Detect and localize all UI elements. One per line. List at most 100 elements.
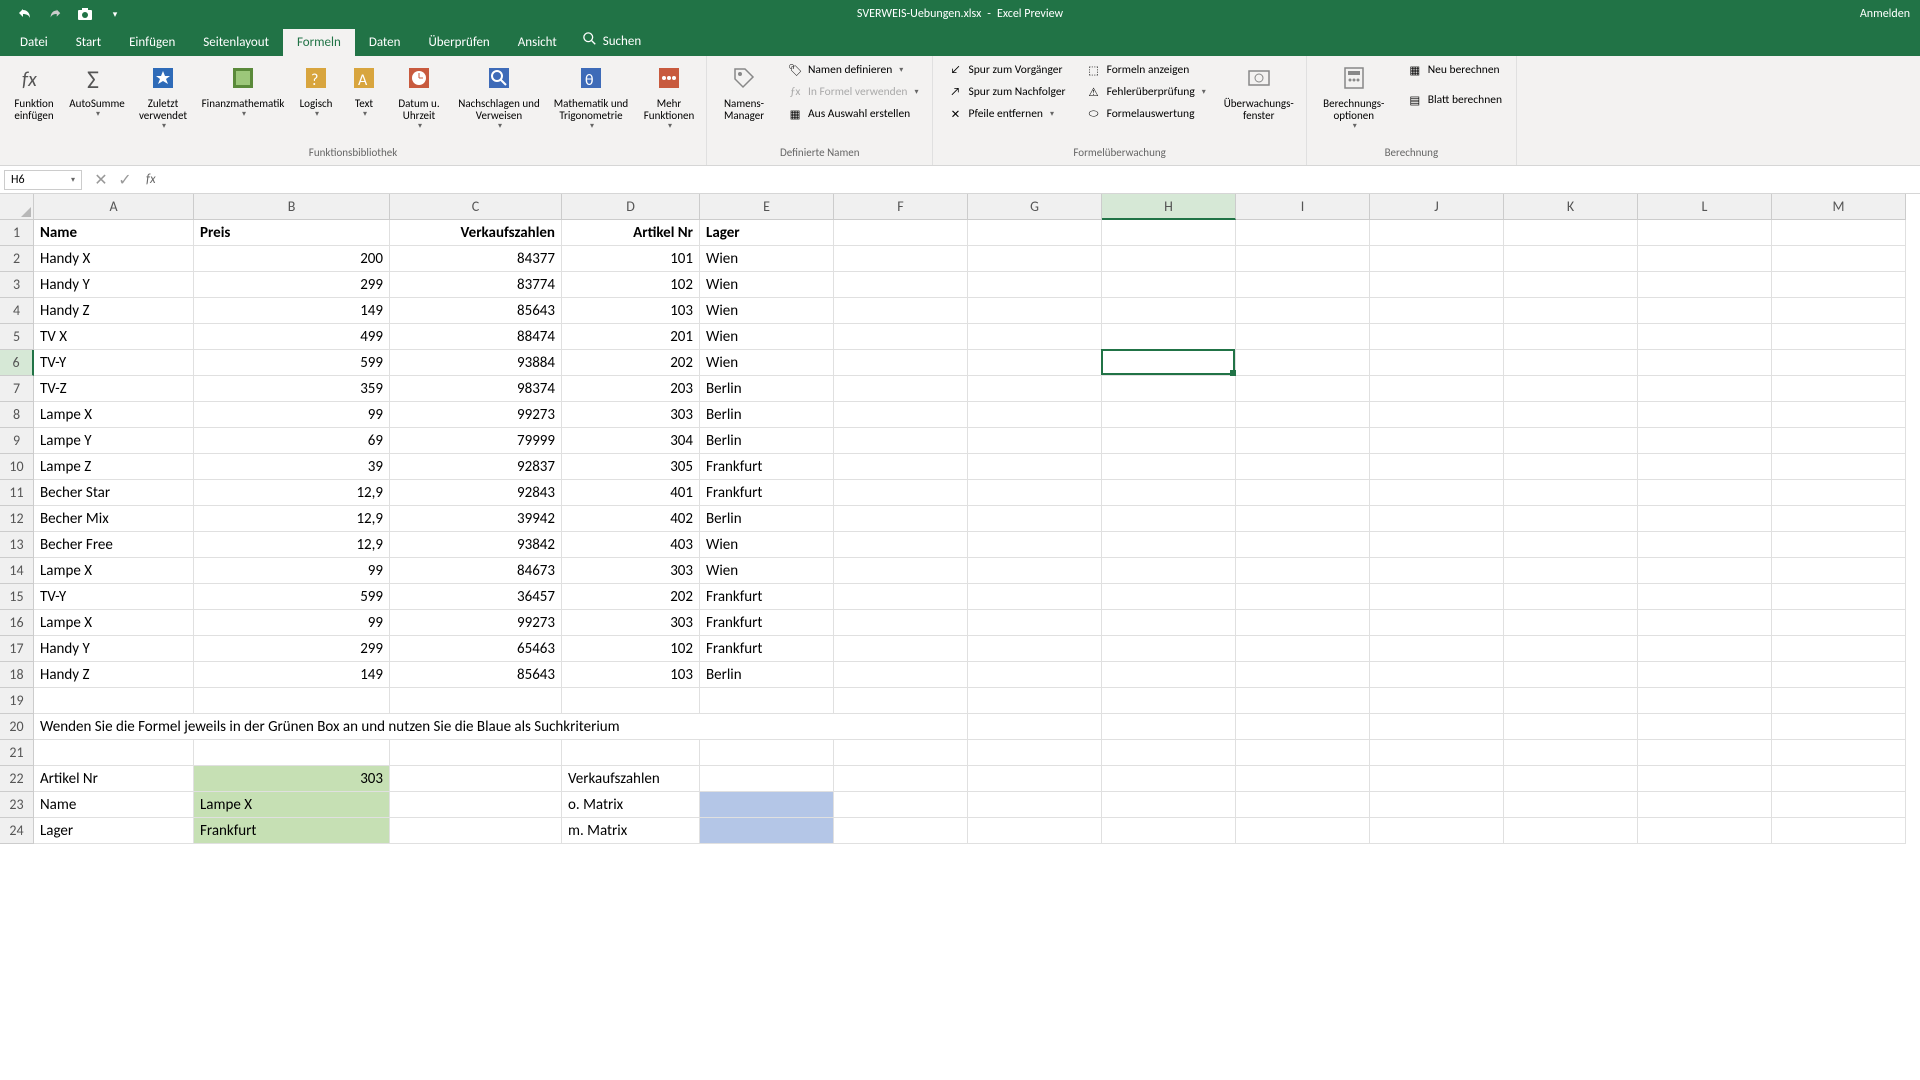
cell[interactable]: TV-Y	[34, 584, 194, 610]
col-header-J[interactable]: J	[1370, 194, 1504, 220]
row-header-22[interactable]: 22	[0, 766, 34, 792]
cell[interactable]: Becher Mix	[34, 506, 194, 532]
cell[interactable]	[1504, 662, 1638, 688]
cell[interactable]	[1236, 506, 1370, 532]
cell[interactable]: Frankfurt	[700, 610, 834, 636]
cell[interactable]	[834, 428, 968, 454]
cell[interactable]	[1638, 688, 1772, 714]
tab-data[interactable]: Daten	[355, 29, 415, 56]
cell[interactable]: 98374	[390, 376, 562, 402]
create-from-sel-button[interactable]: ▦Aus Auswahl erstellen	[783, 104, 922, 124]
cell[interactable]	[1638, 454, 1772, 480]
row-header-21[interactable]: 21	[0, 740, 34, 766]
cell[interactable]	[968, 792, 1102, 818]
cell[interactable]	[968, 818, 1102, 844]
cell[interactable]	[834, 532, 968, 558]
tab-review[interactable]: Überprüfen	[414, 29, 503, 56]
cell[interactable]	[1504, 454, 1638, 480]
cell[interactable]: 12,9	[194, 480, 390, 506]
cell[interactable]	[700, 740, 834, 766]
cell[interactable]	[1638, 662, 1772, 688]
cell[interactable]: 599	[194, 350, 390, 376]
cell[interactable]	[1772, 480, 1906, 506]
cell[interactable]: Wien	[700, 532, 834, 558]
cell[interactable]	[34, 740, 194, 766]
cell[interactable]: 39942	[390, 506, 562, 532]
cell[interactable]: TV-Z	[34, 376, 194, 402]
cell[interactable]	[1638, 714, 1772, 740]
cell[interactable]	[834, 350, 968, 376]
cell[interactable]	[1772, 376, 1906, 402]
tab-home[interactable]: Start	[62, 29, 115, 56]
col-header-M[interactable]: M	[1772, 194, 1906, 220]
cell[interactable]	[1236, 220, 1370, 246]
cell[interactable]: 99273	[390, 402, 562, 428]
col-header-E[interactable]: E	[700, 194, 834, 220]
cell[interactable]	[1772, 792, 1906, 818]
cell[interactable]	[1102, 480, 1236, 506]
cell[interactable]	[1638, 220, 1772, 246]
cell[interactable]	[834, 376, 968, 402]
cell[interactable]: 303	[194, 766, 390, 792]
col-header-I[interactable]: I	[1236, 194, 1370, 220]
cell[interactable]	[390, 766, 562, 792]
row-header-15[interactable]: 15	[0, 584, 34, 610]
cell[interactable]	[390, 740, 562, 766]
cell[interactable]	[1102, 766, 1236, 792]
cell[interactable]	[1772, 272, 1906, 298]
cell[interactable]	[1504, 324, 1638, 350]
cell[interactable]	[1370, 532, 1504, 558]
cell[interactable]: Handy Y	[34, 636, 194, 662]
show-formulas-button[interactable]: ⬚Formeln anzeigen	[1082, 60, 1210, 80]
cell[interactable]: 65463	[390, 636, 562, 662]
recent-button[interactable]: Zuletzt verwendet▾	[132, 58, 194, 135]
cell[interactable]	[1638, 610, 1772, 636]
cell[interactable]	[1370, 220, 1504, 246]
cell[interactable]	[1772, 714, 1906, 740]
cell[interactable]: 84377	[390, 246, 562, 272]
cell[interactable]	[1772, 350, 1906, 376]
cell[interactable]	[834, 558, 968, 584]
cell[interactable]	[968, 506, 1102, 532]
cell[interactable]	[1102, 220, 1236, 246]
cell[interactable]	[1370, 714, 1504, 740]
cell[interactable]: 103	[562, 662, 700, 688]
cell[interactable]: TV X	[34, 324, 194, 350]
cell[interactable]	[968, 532, 1102, 558]
cell[interactable]	[1236, 584, 1370, 610]
cell[interactable]	[968, 766, 1102, 792]
cell[interactable]: Handy Y	[34, 272, 194, 298]
cell[interactable]	[968, 428, 1102, 454]
cell[interactable]	[1102, 714, 1236, 740]
cell[interactable]	[1638, 272, 1772, 298]
cell[interactable]	[1772, 532, 1906, 558]
cell[interactable]	[1102, 324, 1236, 350]
cell[interactable]	[700, 766, 834, 792]
cell[interactable]	[1638, 740, 1772, 766]
cell[interactable]	[1638, 636, 1772, 662]
cell[interactable]: Handy X	[34, 246, 194, 272]
cell[interactable]: 99	[194, 402, 390, 428]
cell[interactable]	[1102, 610, 1236, 636]
cell[interactable]: 99	[194, 610, 390, 636]
cell[interactable]	[562, 740, 700, 766]
cell[interactable]	[968, 298, 1102, 324]
cell[interactable]	[1772, 428, 1906, 454]
cell[interactable]: 101	[562, 246, 700, 272]
cell[interactable]	[1102, 376, 1236, 402]
cell[interactable]	[1102, 428, 1236, 454]
cell[interactable]	[1638, 402, 1772, 428]
cell[interactable]	[968, 610, 1102, 636]
row-header-12[interactable]: 12	[0, 506, 34, 532]
cell[interactable]	[1638, 506, 1772, 532]
col-header-K[interactable]: K	[1504, 194, 1638, 220]
cell[interactable]: 12,9	[194, 506, 390, 532]
cell[interactable]	[1370, 454, 1504, 480]
cells-area[interactable]: NamePreisVerkaufszahlenArtikel NrLagerHa…	[34, 220, 1920, 844]
col-header-L[interactable]: L	[1638, 194, 1772, 220]
lookup-button[interactable]: Nachschlagen und Verweisen▾	[454, 58, 544, 135]
cell[interactable]: Berlin	[700, 662, 834, 688]
cell[interactable]: 103	[562, 298, 700, 324]
evaluate-button[interactable]: ⬭Formelauswertung	[1082, 104, 1210, 124]
cell[interactable]: 83774	[390, 272, 562, 298]
